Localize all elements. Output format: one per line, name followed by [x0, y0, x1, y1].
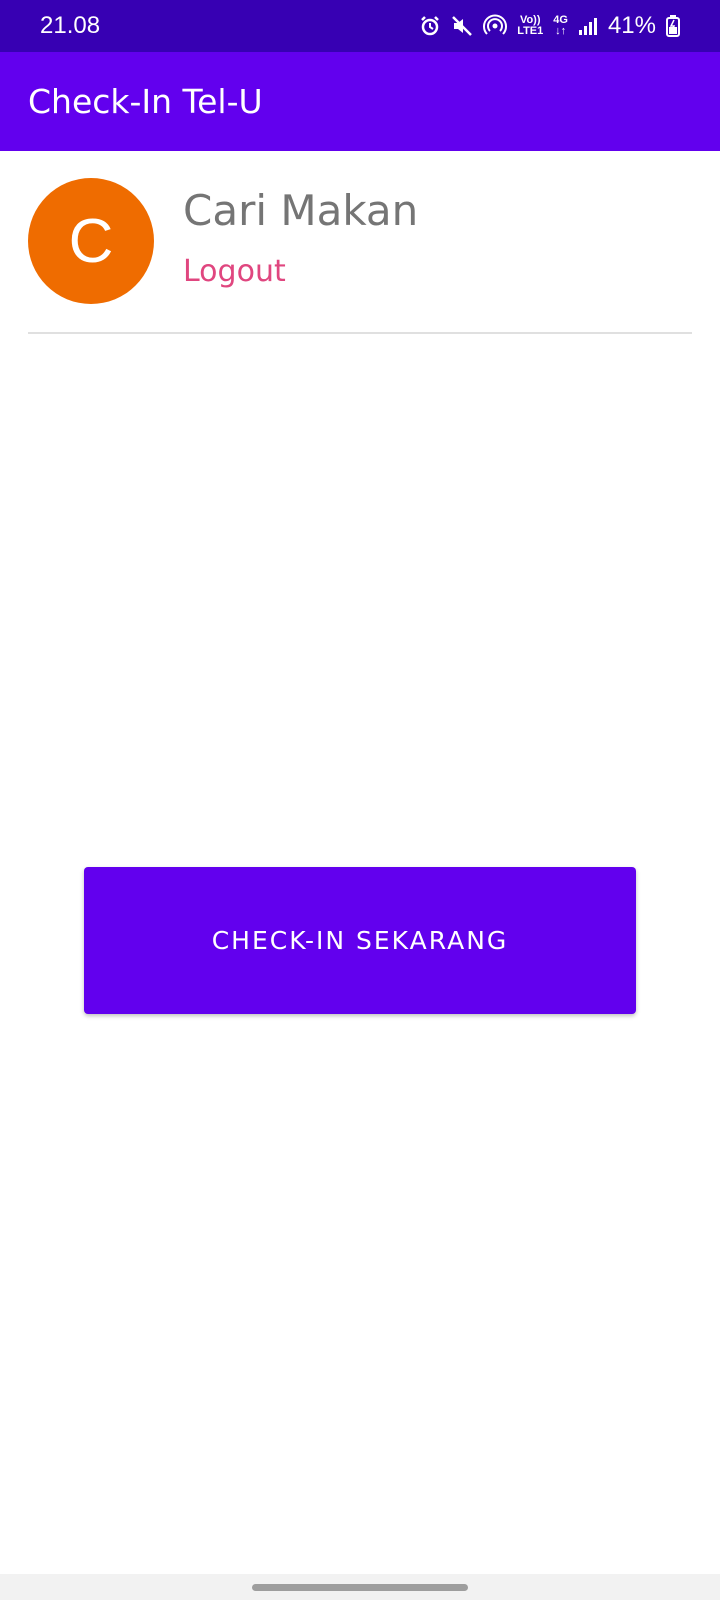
mute-icon — [451, 15, 473, 37]
home-indicator[interactable] — [252, 1584, 468, 1591]
avatar: C — [28, 178, 154, 304]
hotspot-icon — [483, 14, 508, 38]
profile-section: C Cari Makan Logout — [28, 178, 692, 304]
network-arrows: ↓↑ — [555, 25, 567, 37]
user-name: Cari Makan — [183, 186, 419, 235]
volte-icon: Vo)) LTE1 — [517, 15, 543, 37]
navigation-bar — [0, 1574, 720, 1600]
app-bar: Check-In Tel-U — [0, 52, 720, 151]
status-time: 21.08 — [40, 12, 101, 39]
battery-icon — [666, 15, 680, 37]
divider — [28, 332, 692, 334]
4g-icon: 4G ↓↑ — [553, 15, 568, 37]
logout-link[interactable]: Logout — [183, 254, 286, 289]
alarm-icon — [419, 15, 441, 37]
status-bar: 21.08 Vo)) LTE1 4G ↓↑ 41% — [0, 0, 720, 52]
battery-percent: 41% — [607, 12, 656, 39]
checkin-button[interactable]: CHECK-IN SEKARANG — [84, 867, 636, 1014]
status-icons: Vo)) LTE1 4G ↓↑ 41% — [419, 12, 680, 40]
signal-icon — [578, 16, 598, 36]
app-title: Check-In Tel-U — [28, 82, 263, 121]
volte-bottom-label: LTE1 — [517, 25, 544, 37]
